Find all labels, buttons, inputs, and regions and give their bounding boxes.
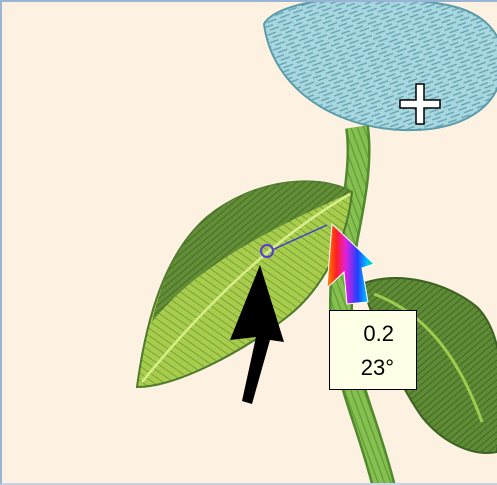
stitch-length-value: 0.2 [363, 321, 394, 346]
flower-shape [262, 2, 497, 132]
embroidery-canvas[interactable]: 0.2 23° [0, 0, 497, 485]
embroidery-design [135, 2, 497, 483]
main-leaf [135, 180, 354, 389]
stitch-angle-value: 23° [360, 355, 394, 380]
stitch-info-tooltip: 0.2 23° [329, 310, 417, 390]
